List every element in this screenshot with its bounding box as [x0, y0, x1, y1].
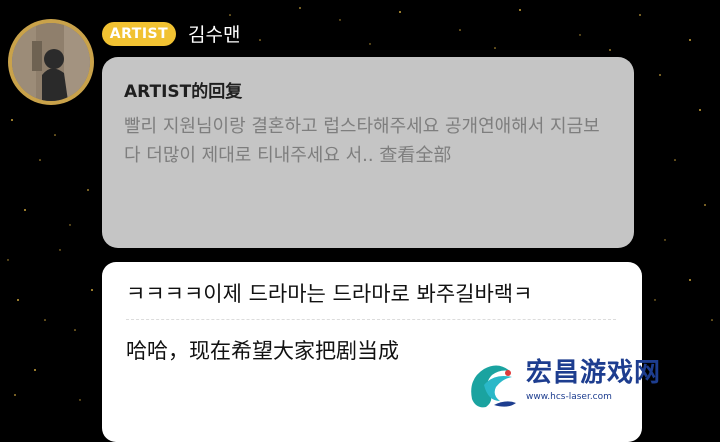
quote-body: 빨리 지원님이랑 결혼하고 럽스타해주세요 공개연애해서 지금보다 더많이 제대…: [124, 112, 610, 170]
watermark-text: 宏昌游戏网 www.hcs-laser.com: [526, 355, 661, 403]
watermark-url: www.hcs-laser.com: [526, 392, 612, 402]
reply-divider: [126, 319, 616, 320]
dragon-logo-icon: [471, 365, 516, 408]
avatar-photo: [12, 23, 90, 101]
watermark-title: 宏昌游戏网: [526, 358, 662, 388]
avatar[interactable]: [8, 19, 94, 105]
quote-text: 빨리 지원님이랑 결혼하고 럽스타해주세요 공개연애해서 지금보다 더많이 제대…: [124, 116, 600, 166]
quote-title: ARTIST的回复: [124, 82, 243, 102]
watermark: 宏昌游戏网 www.hcs-laser.com: [462, 355, 720, 419]
reply-text: ㅋㅋㅋㅋ이제 드라마는 드라마로 봐주길바랙ㅋ: [126, 282, 533, 306]
see-all-link[interactable]: 查看全部: [379, 145, 451, 166]
quoted-reply-card[interactable]: ARTIST的回复 빨리 지원님이랑 결혼하고 럽스타해주세요 공개연애해서 지…: [102, 57, 634, 248]
reply-translation: 哈哈，现在希望大家把剧当成: [126, 339, 399, 363]
user-name[interactable]: 김수맨: [188, 22, 240, 48]
artist-badge: ARTIST: [102, 22, 176, 46]
